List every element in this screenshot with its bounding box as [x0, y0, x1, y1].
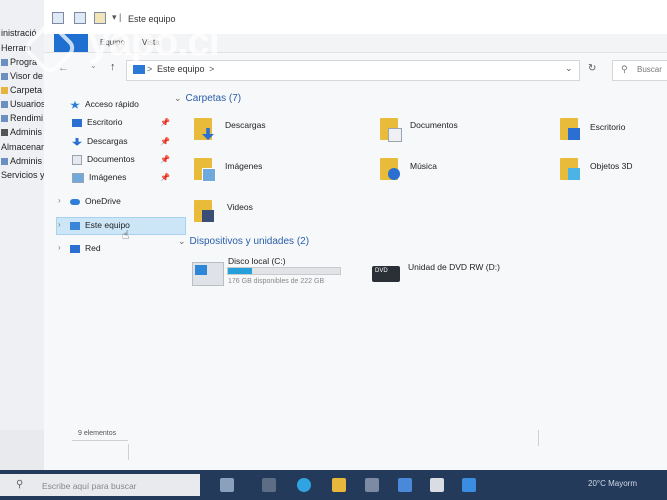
gear-icon[interactable] [430, 478, 444, 492]
devices-group-header[interactable]: ⌄ Dispositivos y unidades (2) [178, 236, 309, 247]
nav-onedrive[interactable]: OneDrive [70, 196, 121, 206]
cloud-icon [70, 198, 80, 205]
folder-icon[interactable] [194, 118, 214, 140]
folder-documentos[interactable]: Documentos [410, 120, 458, 130]
drive-c-usage-fill [228, 268, 252, 274]
expand-chevron-icon[interactable]: › [58, 196, 61, 205]
taskbar-app-icon[interactable] [462, 478, 476, 492]
expand-chevron-icon[interactable]: › [58, 243, 61, 252]
nav-item-imagenes[interactable]: Imágenes [72, 172, 126, 183]
status-bar: 9 elementos [44, 430, 667, 460]
yapo-watermark: yapo.cl [21, 19, 240, 77]
edge-browser-icon[interactable] [297, 478, 311, 492]
admin-icon [1, 129, 8, 137]
mouse-cursor-icon: ☝ [122, 228, 130, 242]
item-count: 9 elementos [78, 430, 117, 437]
drive-c-free-space: 176 GB disponibles de 222 GB [228, 278, 325, 285]
folder-imagenes[interactable]: Imágenes [225, 161, 262, 171]
file-explorer-icon[interactable] [332, 478, 346, 492]
collapse-chevron-icon[interactable]: ⌄ [174, 93, 182, 103]
nav-red[interactable]: Red [70, 243, 101, 253]
weather-tray[interactable]: 20°C Mayorm [588, 479, 637, 488]
desktop-icon [568, 128, 580, 140]
folder-icon [1, 87, 8, 95]
document-icon [388, 128, 402, 142]
search-placeholder: Buscar [637, 65, 662, 74]
nav-item-escritorio[interactable]: Escritorio [72, 117, 122, 127]
folder-icon[interactable] [194, 200, 214, 222]
folder-videos[interactable]: Videos [227, 202, 253, 212]
expand-chevron-icon[interactable]: › [58, 220, 61, 229]
divider [538, 430, 539, 446]
navigation-pane: Acceso rápido Escritorio 📌 Descargas 📌 D… [56, 90, 186, 420]
taskbar-search-placeholder: Escribe aquí para buscar [42, 481, 137, 491]
music-note-icon [388, 168, 400, 180]
folder-escritorio[interactable]: Escritorio [590, 122, 625, 132]
folder-icon[interactable] [560, 118, 580, 140]
pin-icon[interactable]: 📌 [160, 155, 170, 164]
folder-descargas[interactable]: Descargas [225, 120, 266, 130]
watermark-text: yapo.cl [88, 20, 220, 64]
folder-icon[interactable] [380, 118, 402, 142]
mail-icon[interactable] [398, 478, 412, 492]
hard-drive-icon[interactable] [192, 262, 224, 286]
folder-musica[interactable]: Música [410, 161, 437, 171]
store-icon[interactable] [365, 478, 379, 492]
task-view-icon[interactable] [262, 478, 276, 492]
dvd-badge: DVD [375, 268, 388, 274]
taskbar-search[interactable]: ⚲ Escribe aquí para buscar [0, 474, 200, 496]
dvd-drive-icon[interactable]: DVD [372, 266, 400, 282]
document-icon [72, 154, 82, 165]
pin-icon[interactable]: 📌 [160, 118, 170, 127]
picture-icon [202, 168, 216, 182]
drive-c-label[interactable]: Disco local (C:) [228, 256, 286, 266]
nav-este-equipo[interactable]: Este equipo [70, 220, 130, 230]
folder-icon[interactable] [194, 158, 216, 182]
folders-group-header[interactable]: ⌄ Carpetas (7) [174, 93, 241, 104]
performance-icon [1, 115, 8, 123]
pin-icon[interactable]: 📌 [160, 137, 170, 146]
folder-icon[interactable] [560, 158, 580, 180]
pictures-icon [72, 172, 84, 183]
nav-quick-access[interactable]: Acceso rápido [70, 99, 139, 109]
app-icon [1, 59, 8, 67]
nav-item-documentos[interactable]: Documentos [72, 154, 135, 165]
download-icon [72, 137, 82, 146]
pin-icon[interactable]: 📌 [160, 173, 170, 182]
drive-d-label[interactable]: Unidad de DVD RW (D:) [408, 262, 500, 272]
search-icon: ⚲ [621, 64, 628, 74]
address-dropdown-icon[interactable]: ⌄ [565, 63, 573, 74]
users-icon [1, 101, 8, 109]
folder-icon[interactable] [380, 158, 400, 180]
computer-icon [70, 221, 80, 230]
windows-logo-icon [195, 265, 207, 275]
download-arrow-icon [202, 128, 214, 140]
yapo-logo-icon [21, 19, 79, 77]
taskbar: ⚲ Escribe aquí para buscar 20°C Mayorm [0, 470, 667, 500]
network-icon [70, 244, 80, 253]
search-icon: ⚲ [16, 479, 24, 490]
divider [72, 440, 128, 441]
nav-item-descargas[interactable]: Descargas [72, 136, 128, 146]
taskbar-app-icon[interactable] [220, 478, 234, 492]
cube-3d-icon [568, 168, 580, 180]
video-icon [202, 210, 214, 222]
drive-c-usage-bar [227, 267, 341, 275]
collapse-chevron-icon[interactable]: ⌄ [178, 236, 186, 246]
admin-icon [1, 158, 8, 166]
desktop-icon [72, 118, 82, 127]
divider [128, 444, 129, 460]
search-field[interactable]: ⚲ Buscar [612, 60, 667, 81]
app-icon [1, 73, 8, 81]
refresh-icon[interactable]: ↻ [588, 63, 596, 74]
folder-objetos-3d[interactable]: Objetos 3D [590, 161, 633, 171]
star-icon [70, 100, 80, 109]
